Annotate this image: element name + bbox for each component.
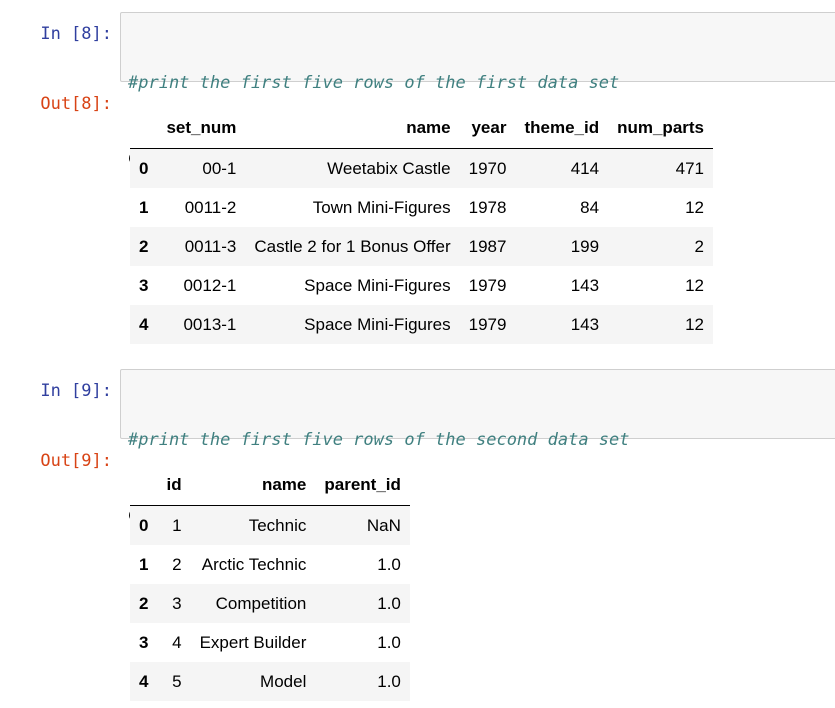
table-cell: 0011-3 — [184, 236, 237, 256]
table-body: 0 1 Technic NaN 1 2 Arctic Technic 1.0 2 3 Competi… — [130, 505, 410, 701]
output-prompt-8: Out[8]: — [40, 94, 112, 114]
table-cell: 1979 — [468, 275, 507, 295]
table-cell: 0013-1 — [183, 314, 237, 334]
table-cell: NaN — [366, 515, 401, 535]
column-header: num_parts — [608, 108, 714, 149]
table-cell: 2 — [694, 236, 705, 256]
table-cell: Space Mini-Figures — [304, 275, 451, 295]
table-cell: 1.0 — [377, 632, 401, 652]
table-cell: Technic — [248, 515, 307, 535]
input-prompt-8: In [8]: — [40, 24, 112, 44]
table-cell: Model — [260, 671, 307, 691]
row-index: 3 — [139, 275, 149, 295]
column-header: theme_id — [515, 108, 609, 149]
column-header: name — [245, 108, 460, 149]
table-cell: Expert Builder — [199, 632, 307, 652]
table-cell: 12 — [685, 197, 705, 217]
output-prompt-9: Out[9]: — [40, 451, 112, 471]
table-cell: 1979 — [468, 314, 507, 334]
table-cell: 1.0 — [377, 671, 401, 691]
table-row: 0 1 Technic NaN — [130, 505, 410, 545]
row-index: 0 — [139, 515, 149, 535]
table-row: 4 0013-1 Space Mini-Figures 1979 143 12 — [130, 305, 714, 344]
row-index: 2 — [139, 236, 149, 256]
dataframe-table-sets: set_num name year theme_id num_parts 0 00-1 We… — [130, 108, 714, 344]
table-row: 4 5 Model 1.0 — [130, 662, 410, 701]
table-cell: Space Mini-Figures — [304, 314, 451, 334]
table-cell: 1.0 — [377, 554, 401, 574]
index-header — [130, 465, 158, 506]
code-cell-9[interactable]: #print the first five rows of the second… — [120, 369, 835, 525]
table-cell: Castle 2 for 1 Bonus Offer — [254, 236, 451, 256]
table-cell: 0011-2 — [184, 197, 237, 217]
table-cell: 1987 — [468, 236, 507, 256]
table-cell: 5 — [172, 671, 182, 691]
row-index: 4 — [139, 314, 149, 334]
dataframe-table-themes: id name parent_id 0 1 Technic NaN 1 2 Arctic Tec… — [130, 465, 410, 701]
row-index: 2 — [139, 593, 149, 613]
code-comment: #print the first five rows of the first … — [128, 73, 620, 93]
table-cell: 143 — [570, 275, 600, 295]
table-row: 3 4 Expert Builder 1.0 — [130, 623, 410, 662]
table-cell: 2 — [172, 554, 182, 574]
input-prompt-9: In [9]: — [40, 381, 112, 401]
code-comment: #print the first five rows of the second… — [128, 430, 630, 450]
table-cell: Weetabix Castle — [327, 158, 451, 178]
column-header: year — [459, 108, 516, 149]
row-index: 3 — [139, 632, 149, 652]
table-header-row: set_num name year theme_id num_parts — [130, 108, 714, 149]
table-cell: 414 — [570, 158, 600, 178]
table-cell: 0012-1 — [183, 275, 237, 295]
table-row: 3 0012-1 Space Mini-Figures 1979 143 12 — [130, 266, 714, 305]
table-cell: 1970 — [468, 158, 507, 178]
table-row: 1 2 Arctic Technic 1.0 — [130, 545, 410, 584]
column-header: id — [157, 465, 191, 506]
table-body: 0 00-1 Weetabix Castle 1970 414 471 1 0011-2 Tow… — [130, 148, 714, 344]
code-cell-8[interactable]: #print the first five rows of the first … — [120, 12, 835, 168]
table-header-row: id name parent_id — [130, 465, 410, 506]
column-header: name — [190, 465, 316, 506]
row-index: 1 — [139, 554, 149, 574]
column-header: parent_id — [315, 465, 410, 506]
row-index: 1 — [139, 197, 149, 217]
table-row: 2 3 Competition 1.0 — [130, 584, 410, 623]
table-cell: 84 — [580, 197, 600, 217]
table-cell: 4 — [172, 632, 182, 652]
table-cell: 1.0 — [377, 593, 401, 613]
table-cell: Arctic Technic — [201, 554, 307, 574]
table-cell: 00-1 — [202, 158, 237, 178]
table-cell: 12 — [685, 275, 705, 295]
row-index: 4 — [139, 671, 149, 691]
table-cell: 199 — [570, 236, 600, 256]
table-cell: 1978 — [468, 197, 507, 217]
table-cell: Competition — [215, 593, 307, 613]
table-row: 1 0011-2 Town Mini-Figures 1978 84 12 — [130, 188, 714, 227]
table-cell: 1 — [172, 515, 182, 535]
table-cell: 143 — [570, 314, 600, 334]
table-cell: 12 — [685, 314, 705, 334]
table-row: 0 00-1 Weetabix Castle 1970 414 471 — [130, 148, 714, 188]
table-cell: 471 — [675, 158, 705, 178]
table-cell: Town Mini-Figures — [312, 197, 451, 217]
table-cell: 3 — [172, 593, 182, 613]
table-row: 2 0011-3 Castle 2 for 1 Bonus Offer 1987 199… — [130, 227, 714, 266]
column-header: set_num — [157, 108, 246, 149]
row-index: 0 — [139, 158, 149, 178]
index-header — [130, 108, 158, 149]
